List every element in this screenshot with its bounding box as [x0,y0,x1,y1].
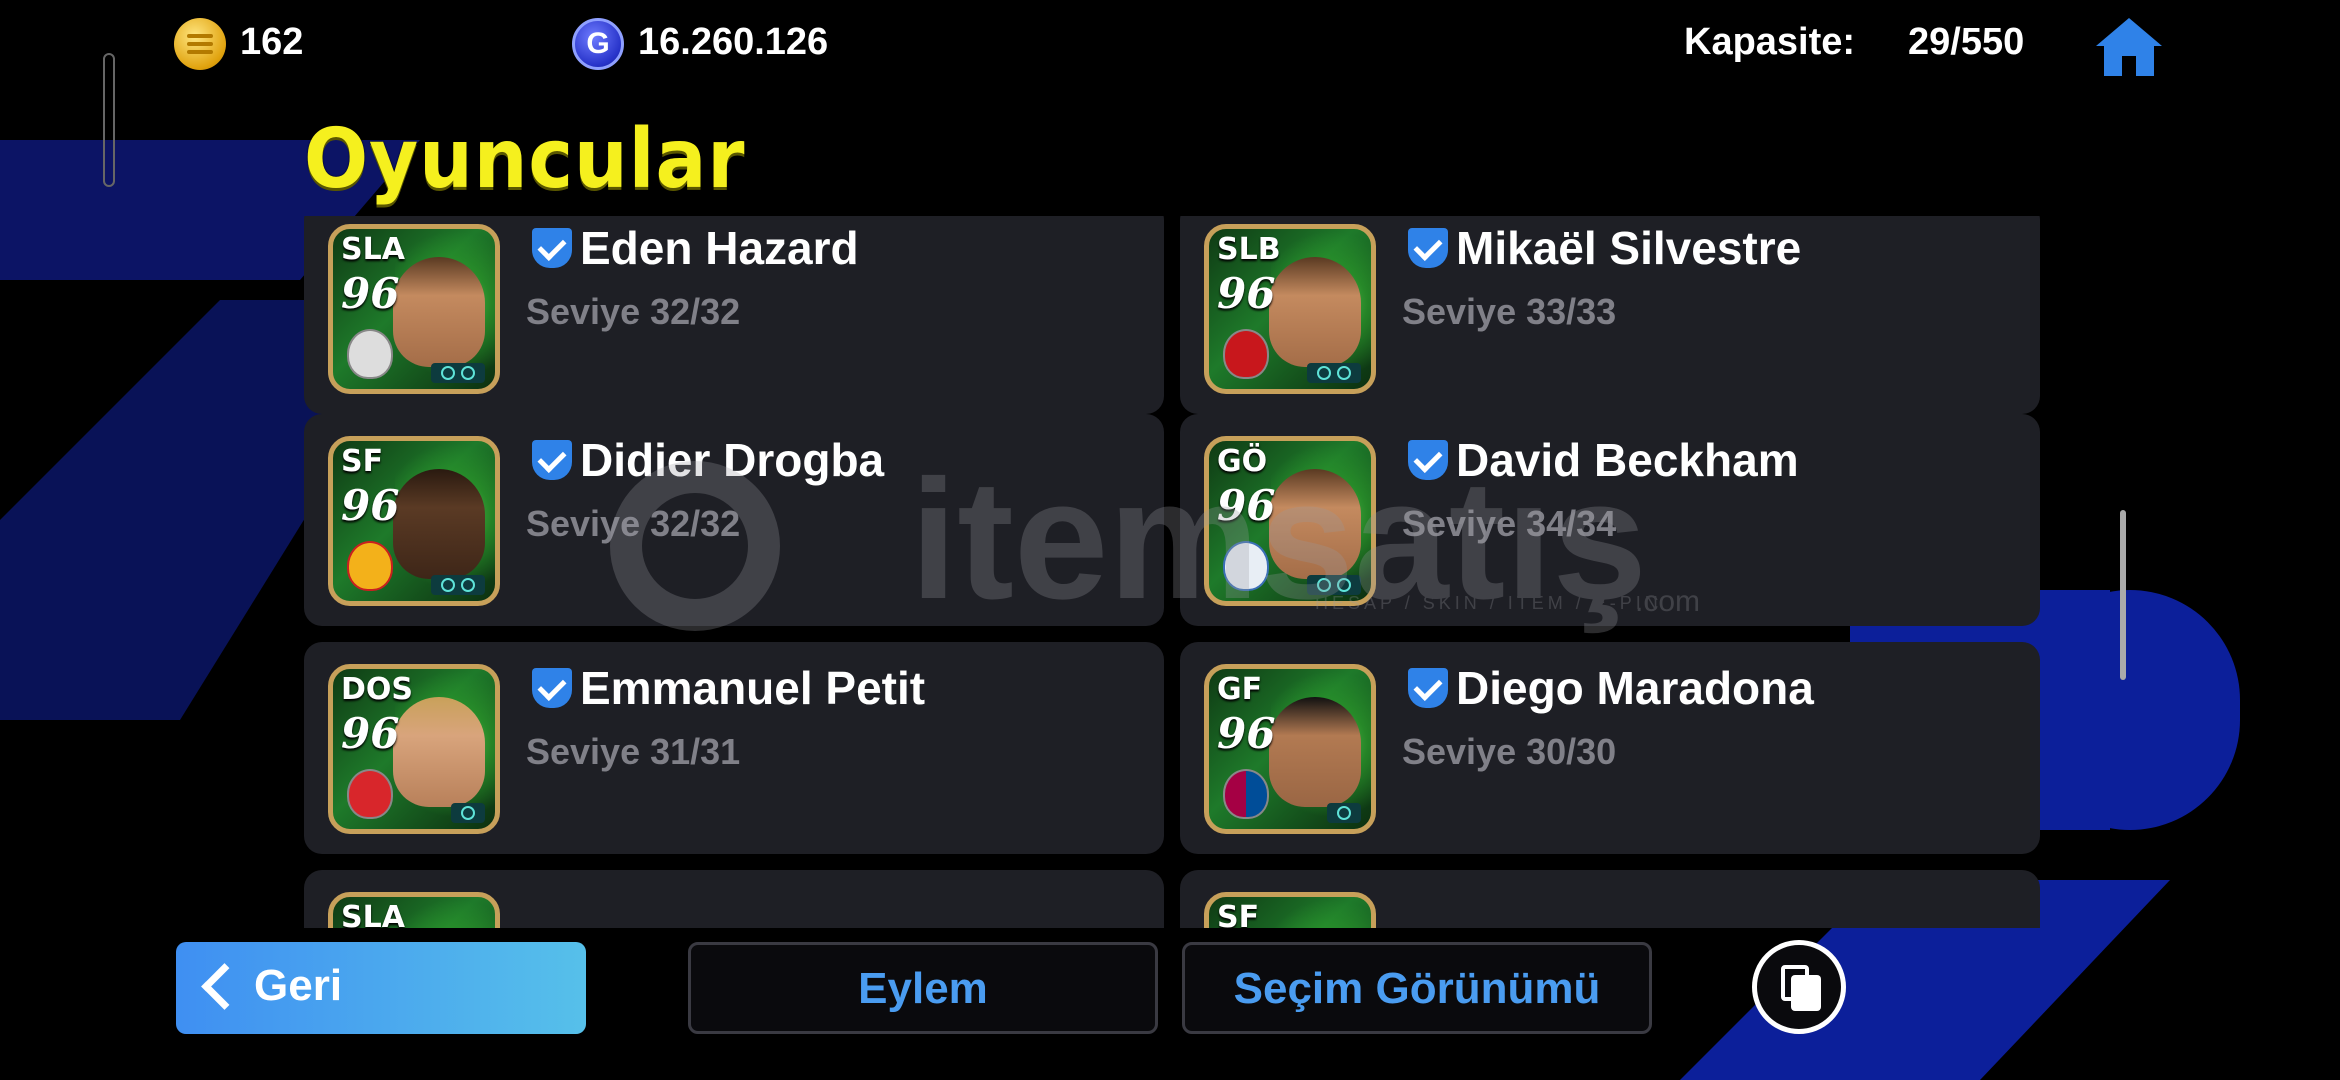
verified-shield-icon [1408,668,1448,708]
player-card[interactable]: SLA 96 Eden Hazard Seviye 32/32 [304,216,1164,414]
player-card[interactable]: DOS 96 Emmanuel Petit Seviye 31/31 [304,642,1164,854]
club-badge-icon [347,769,393,819]
player-level: Seviye 32/32 [526,291,741,332]
player-rating: 96 [1217,269,1276,318]
player-card[interactable]: SF 96 Didier Drogba Seviye 32/32 [304,414,1164,626]
action-button[interactable]: Eylem [688,942,1158,1034]
player-rating: 96 [341,481,400,530]
club-badge-icon [1223,329,1269,379]
player-position: GF [1217,672,1263,707]
coins-value: 162 [240,21,304,63]
verified-shield-icon [532,440,572,480]
capacity-label: Kapasite: [1684,21,1856,63]
capacity-value: 29/550 [1908,21,2025,63]
player-name: Eden Hazard [580,222,859,274]
skill-chips [1307,575,1361,595]
player-position: GÖ [1217,444,1268,479]
player-rating: 96 [341,709,400,758]
verified-shield-icon [1408,228,1448,268]
player-level: Seviye 30/30 [1402,731,1617,772]
copy-icon[interactable] [1752,940,1846,1034]
player-list[interactable]: SLA 96 Eden Hazard Seviye 32/32 SLB 96 M… [304,216,2040,928]
player-rating: 96 [341,269,400,318]
player-portrait: SF 96 [328,436,500,606]
player-level: Seviye 32/32 [526,503,741,544]
gp-coin-icon: G [572,18,624,70]
player-name: Diego Maradona [1456,662,1814,714]
player-level: Seviye 33/33 [1402,291,1617,332]
player-name: David Beckham [1456,434,1799,486]
player-card[interactable]: GF 96 Diego Maradona Seviye 30/30 [1180,642,2040,854]
skill-chips [1327,803,1361,823]
skill-chips [451,803,485,823]
skill-chips [431,575,485,595]
home-icon[interactable] [2094,14,2164,78]
player-rating: 96 [1217,481,1276,530]
club-badge-icon [1223,769,1269,819]
list-scrollbar[interactable] [2120,510,2126,680]
player-card[interactable]: SF [1180,870,2040,928]
gp-value: 16.260.126 [638,21,829,63]
back-button[interactable]: Geri [176,942,586,1034]
gp-icon-letter: G [586,27,610,60]
top-status-bar: 162 G 16.260.126 Kapasite: 29/550 [0,0,2340,90]
player-name: Emmanuel Petit [580,662,926,714]
player-portrait: DOS 96 [328,664,500,834]
player-position: DOS [341,672,414,707]
player-name: Mikaël Silvestre [1456,222,1802,274]
back-button-label: Geri [254,961,343,1010]
selection-view-button[interactable]: Seçim Görünümü [1182,942,1652,1034]
player-card[interactable]: SLB 96 Mikaël Silvestre Seviye 33/33 [1180,216,2040,414]
player-portrait: SLA 96 [328,224,500,394]
skill-chips [431,363,485,383]
player-position: SF [1217,900,1260,929]
player-portrait: SLA [328,892,500,928]
player-portrait: SLB 96 [1204,224,1376,394]
gold-coin-icon [174,18,226,70]
player-position: SLB [1217,232,1281,267]
page-title: Oyuncular [304,112,746,207]
player-position: SLA [341,232,405,267]
left-scroll-indicator [103,53,115,187]
player-position: SLA [341,900,405,929]
player-level: Seviye 31/31 [526,731,741,772]
chevron-left-icon [201,963,248,1010]
player-name: Didier Drogba [580,434,885,486]
player-portrait: SF [1204,892,1376,928]
player-portrait: GF 96 [1204,664,1376,834]
bottom-action-bar: Geri Eylem Seçim Görünümü [0,930,2340,1080]
skill-chips [1307,363,1361,383]
player-card[interactable]: GÖ 96 David Beckham Seviye 34/34 [1180,414,2040,626]
player-level: Seviye 34/34 [1402,503,1617,544]
player-rating: 96 [1217,709,1276,758]
player-portrait: GÖ 96 [1204,436,1376,606]
verified-shield-icon [532,228,572,268]
player-card[interactable]: SLA [304,870,1164,928]
club-badge-icon [347,541,393,591]
club-badge-icon [1223,541,1269,591]
club-badge-icon [347,329,393,379]
verified-shield-icon [532,668,572,708]
player-position: SF [341,444,384,479]
verified-shield-icon [1408,440,1448,480]
